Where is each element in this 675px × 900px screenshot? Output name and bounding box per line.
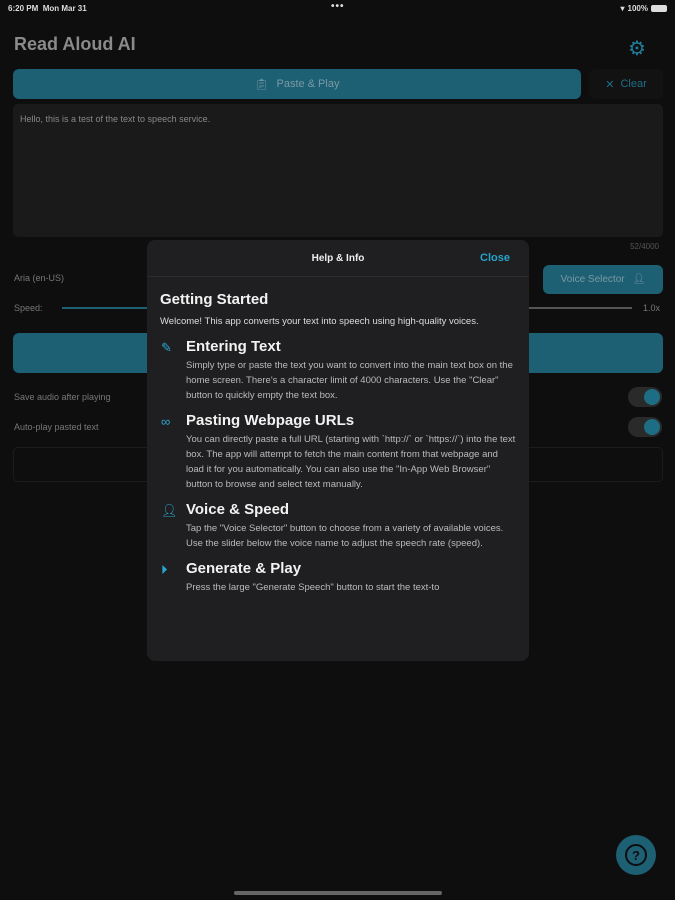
text-input[interactable]: Hello, this is a test of the text to spe… [13, 104, 663, 237]
status-bar: 6:20 PM Mon Mar 31 ••• ▾ 100% [0, 0, 675, 16]
help-section: 👤︎ Voice & Speed Tap the "Voice Selector… [160, 501, 516, 551]
voice-name: Aria (en-US) [14, 273, 65, 283]
battery-status: ▾ 100% [621, 4, 667, 13]
voice-selector-button[interactable]: Voice Selector 👤︎ [543, 265, 663, 294]
pencil-icon: ✎ [161, 340, 172, 355]
paste-play-label: Paste & Play [276, 78, 340, 90]
voice-selector-label: Voice Selector [560, 274, 625, 285]
section-body: Press the large "Generate Speech" button… [186, 582, 440, 593]
intro-text: Welcome! This app converts your text int… [160, 316, 479, 327]
section-body: Simply type or paste the text you want t… [186, 360, 513, 401]
char-count: 52/4000 [630, 242, 659, 251]
help-section: ⏵︎ Generate & Play Press the large "Gene… [160, 560, 516, 595]
close-icon: ✕ [605, 78, 615, 91]
clipboard-icon: 📋︎ [254, 78, 269, 91]
home-indicator[interactable] [234, 891, 442, 895]
speed-value: 1.0x [643, 303, 661, 313]
speed-slider-fill [62, 307, 148, 309]
clear-button[interactable]: ✕ Clear [589, 69, 663, 99]
modal-body[interactable]: Getting Started Welcome! This app conver… [147, 277, 529, 609]
help-button[interactable]: ? [616, 835, 656, 875]
help-section: ∞ Pasting Webpage URLs You can directly … [160, 412, 516, 492]
settings-gear-icon[interactable]: ⚙ [628, 36, 646, 61]
section-title: Pasting Webpage URLs [186, 412, 355, 429]
status-time: 6:20 PM Mon Mar 31 [8, 4, 87, 13]
save-audio-toggle[interactable] [628, 387, 662, 407]
multitask-dots[interactable]: ••• [331, 1, 345, 12]
help-section: ✎ Entering Text Simply type or paste the… [160, 338, 516, 403]
modal-close-button[interactable]: Close [480, 252, 510, 264]
question-icon: ? [625, 844, 647, 866]
section-heading: Getting Started [160, 291, 269, 308]
autoplay-toggle[interactable] [628, 417, 662, 437]
section-title: Entering Text [186, 338, 281, 355]
clear-label: Clear [620, 78, 647, 90]
section-title: Generate & Play [186, 560, 302, 577]
section-title: Voice & Speed [186, 501, 290, 518]
paste-play-button[interactable]: 📋︎ Paste & Play [13, 69, 581, 99]
speed-label: Speed: [14, 303, 43, 313]
modal-title: Help & Info [311, 253, 365, 264]
autoplay-label: Auto-play pasted text [14, 422, 99, 432]
modal-header: Help & Info Close [147, 240, 529, 277]
battery-icon [651, 5, 667, 12]
wifi-icon: ▾ [620, 4, 625, 13]
link-icon: ∞ [161, 414, 171, 429]
section-body: Tap the "Voice Selector" button to choos… [186, 523, 504, 549]
voice-icon: 👤︎ [161, 503, 178, 518]
save-audio-label: Save audio after playing [14, 392, 111, 402]
app-title: Read Aloud AI [14, 34, 136, 54]
play-circle-icon: ⏵︎ [161, 562, 168, 577]
help-modal: Help & Info Close Getting Started Welcom… [147, 240, 529, 661]
section-body: You can directly paste a full URL (start… [186, 434, 516, 490]
voice-person-icon: 👤︎ [632, 274, 646, 285]
